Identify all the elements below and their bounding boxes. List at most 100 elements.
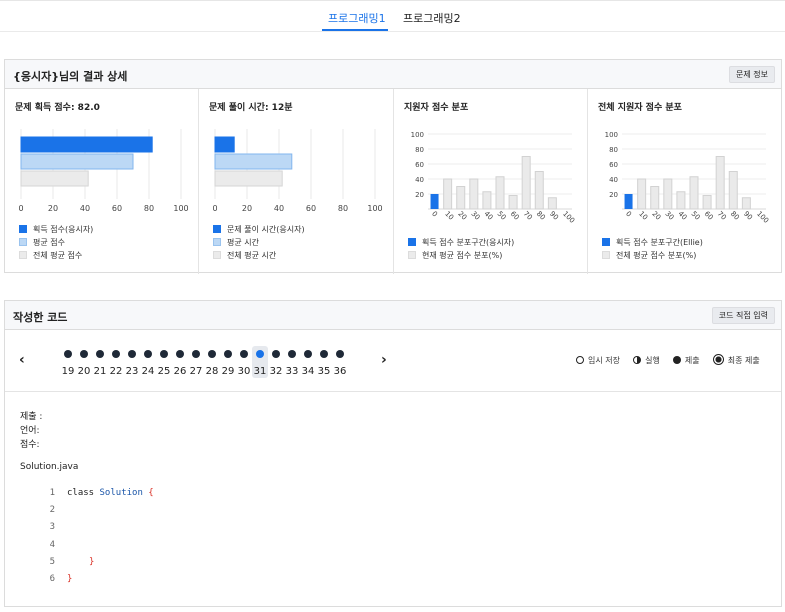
top-divider [0, 0, 785, 1]
distribution-bar [521, 156, 531, 210]
legend-swatch [408, 251, 416, 259]
x-tick-label: 0 [624, 210, 633, 219]
x-tick-label: 90 [548, 210, 560, 222]
distribution-bar [443, 178, 453, 210]
problem-tabs: 프로그래밍1 프로그래밍2 [0, 0, 785, 32]
legend-swatch [19, 238, 27, 246]
code-viewer: 제출 : 언어: 점수: Solution.java 1 class Soluti… [5, 392, 781, 605]
distribution-bar [534, 171, 544, 210]
next-submission-button[interactable]: › [381, 352, 387, 368]
x-tick-label: 60 [509, 210, 521, 222]
legend-swatch [19, 225, 27, 233]
language-meta-label: 언어: [20, 426, 40, 436]
result-panel-title: {응시자}님의 결과 상세 [13, 70, 128, 83]
direct-code-input-button[interactable]: 코드 직접 입력 [711, 307, 775, 324]
legend-item: 문제 풀이 시간(응시자) [213, 223, 305, 236]
all-distribution-chart: 204060801000 10 20 30 40 50 60 70 80 90 100 [605, 131, 771, 225]
legend-label: 현재 평균 점수 분포(%) [422, 251, 503, 260]
y-tick-label: 60 [609, 161, 618, 169]
legend-label: 획득 점수(응시자) [33, 225, 94, 234]
result-charts: 문제 획득 점수: 82.0 0 20 40 60 80 100 획득 점수(응시자) 평… [5, 89, 781, 274]
submission-dot-icon [272, 350, 280, 358]
x-tick-label: 40 [80, 204, 90, 213]
legend-item: 전체 평균 점수 [19, 249, 93, 262]
code-filename: Solution.java [20, 462, 79, 472]
y-tick-label: 80 [609, 146, 618, 154]
legend-label: 전체 평균 점수 [33, 251, 83, 260]
submission-dot-icon [304, 350, 312, 358]
result-detail-panel: {응시자}님의 결과 상세 문제 정보 문제 획득 점수: 82.0 0 20 40… [4, 59, 782, 274]
distribution-bar [469, 178, 479, 210]
score-meta-label: 점수: [20, 440, 40, 450]
line-number: 6 [49, 574, 55, 584]
x-tick-label: 10 [637, 210, 649, 222]
applicant-distribution-chart: 204060801000 10 20 30 40 50 60 70 80 90 100 [411, 131, 577, 225]
submission-dot-icon [256, 350, 264, 358]
highlight-bar [430, 194, 439, 209]
y-tick-label: 100 [411, 131, 424, 139]
x-tick-label: 80 [535, 210, 547, 222]
submission-dot-icon [240, 350, 248, 358]
x-tick-label: 70 [716, 210, 728, 222]
distribution-bar [715, 156, 725, 210]
tab-programming-2[interactable]: 프로그래밍2 [403, 10, 461, 26]
prev-submission-button[interactable]: ‹ [19, 352, 25, 368]
x-tick-label: 50 [690, 210, 702, 222]
x-tick-label: 40 [482, 210, 494, 222]
x-tick-label: 100 [173, 204, 188, 213]
code-line: 4 [35, 540, 67, 554]
code-class-name: Solution [99, 488, 143, 498]
legend-item: 평균 점수 [19, 236, 93, 249]
legend-label: 전체 평균 점수 분포(%) [616, 251, 697, 260]
status-label-final-submit: 최종 제출 [727, 356, 760, 365]
tab-programming-1[interactable]: 프로그래밍1 [328, 10, 386, 26]
submission-36[interactable]: 36 [332, 346, 348, 378]
x-tick-label: 80 [144, 204, 154, 213]
submission-dot-icon [176, 350, 184, 358]
all-distribution-legend: 획득 점수 분포구간(Ellie) 전체 평균 점수 분포(%) [602, 236, 703, 262]
distribution-bar [456, 186, 466, 210]
code-line: 5} [35, 557, 95, 571]
status-label-submit: 제출 [684, 356, 700, 365]
x-tick-label: 30 [469, 210, 481, 222]
submission-dot-icon [288, 350, 296, 358]
ring-circle-icon [712, 354, 724, 365]
legend-label: 전체 평균 시간 [227, 251, 277, 260]
time-chart-column: 문제 풀이 시간: 12분 0 20 40 60 80 100 문제 풀이 시간(응시자)… [199, 89, 394, 274]
y-tick-label: 40 [415, 176, 424, 184]
submission-dot-icon [96, 350, 104, 358]
active-tab-indicator [322, 29, 388, 31]
x-tick-label: 80 [338, 204, 348, 213]
legend-item: 획득 점수 분포구간(응시자) [408, 236, 514, 249]
problem-info-button[interactable]: 문제 정보 [729, 66, 775, 83]
legend-swatch [602, 251, 610, 259]
submission-dot-icon [208, 350, 216, 358]
code-panel-header: 작성한 코드 코드 직접 입력 [5, 301, 781, 330]
status-label-temp-save: 임시 저장 [588, 356, 620, 365]
code-line: 3 [35, 522, 67, 536]
line-number: 3 [49, 522, 55, 532]
highlight-bar [624, 194, 633, 209]
line-number: 4 [49, 540, 55, 550]
distribution-bar [702, 195, 712, 210]
submission-dot-icon [80, 350, 88, 358]
y-tick-label: 40 [609, 176, 618, 184]
code-brace: { [148, 488, 154, 498]
legend-item: 획득 점수(응시자) [19, 223, 93, 236]
distribution-bar [663, 178, 673, 210]
distribution-bar [650, 186, 660, 210]
applicant-distribution-legend: 획득 점수 분포구간(응시자) 현재 평균 점수 분포(%) [408, 236, 514, 262]
distribution-bar [547, 197, 557, 210]
submission-dot-icon [160, 350, 168, 358]
x-tick-label: 0 [212, 204, 217, 213]
applicant-distribution-column: 지원자 점수 분포 20 40 60 80 100 0 10 20 30 40 50 60 70 80 90… [394, 89, 588, 274]
x-tick-label: 60 [112, 204, 122, 213]
x-tick-label: 80 [729, 210, 741, 222]
code-brace: } [89, 557, 95, 567]
distribution-bar [482, 191, 492, 210]
bar-3 [20, 170, 89, 187]
line-number: 1 [49, 488, 55, 498]
code-keyword: class [67, 488, 95, 498]
filled-circle-icon [672, 356, 681, 364]
x-tick-label: 60 [306, 204, 316, 213]
